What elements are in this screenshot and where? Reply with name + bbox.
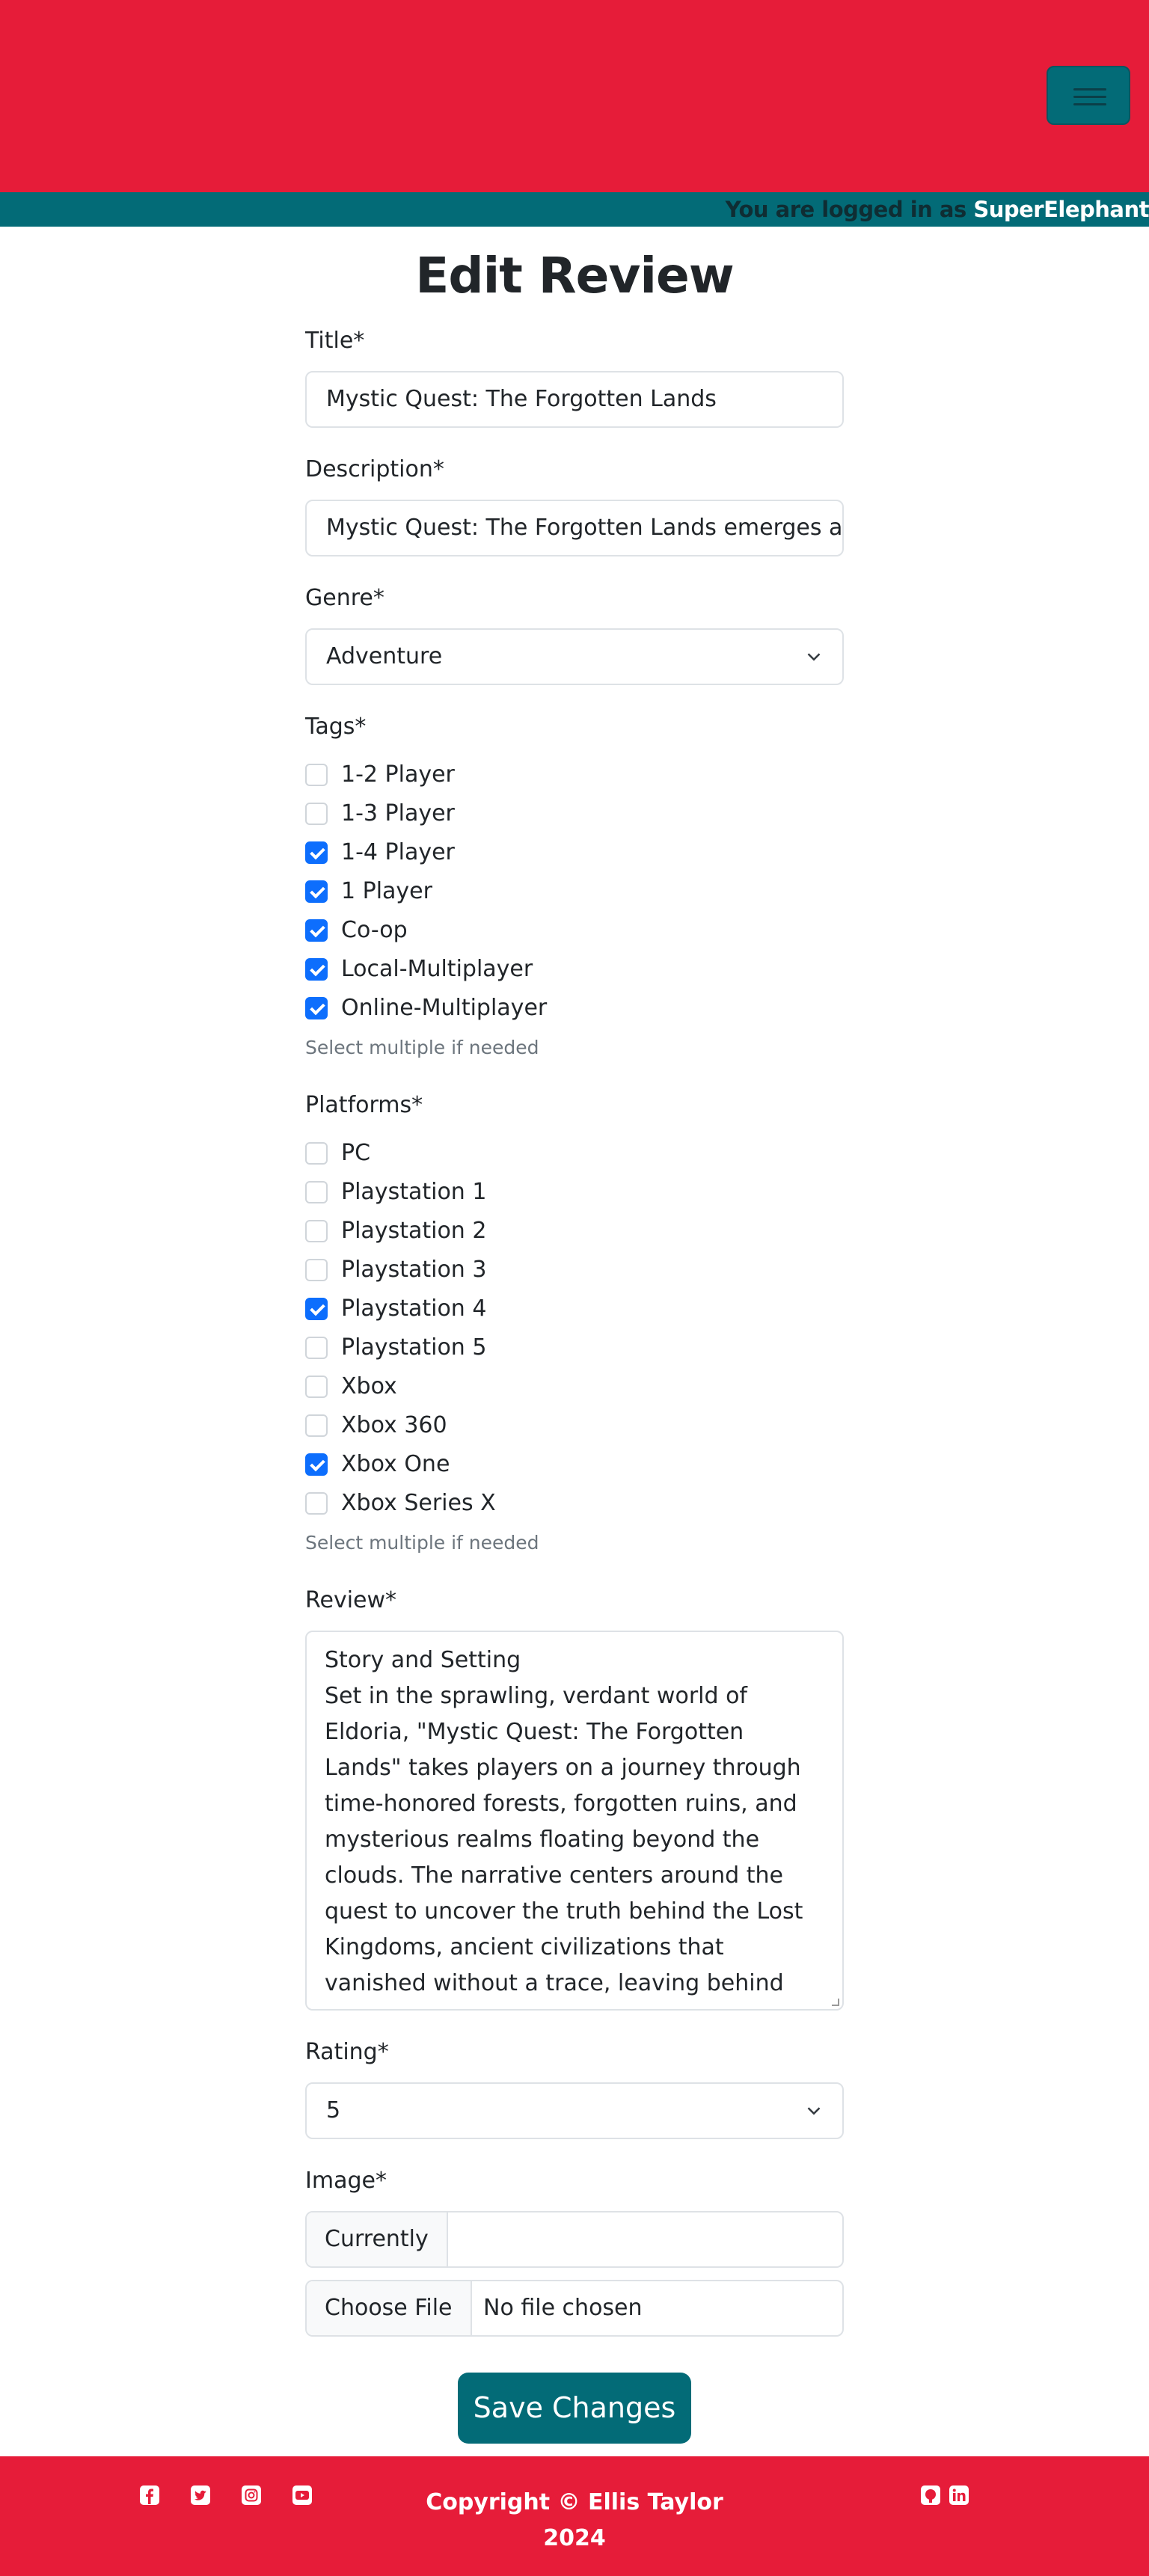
- tag-checkbox[interactable]: [305, 764, 328, 786]
- twitter-link[interactable]: [190, 2485, 211, 2506]
- copyright-text: Copyright © Ellis Taylor 2024: [426, 2489, 723, 2551]
- github-link[interactable]: [920, 2485, 941, 2506]
- instagram-link[interactable]: [241, 2485, 262, 2506]
- tag-checkbox-label: 1 Player: [341, 878, 432, 904]
- genre-label: Genre*: [305, 585, 384, 611]
- platforms-hint: Select multiple if needed: [305, 1532, 539, 1554]
- platform-checkbox[interactable]: [305, 1376, 328, 1398]
- navbar-toggle-button[interactable]: [1047, 66, 1130, 125]
- instagram-icon: [242, 2485, 261, 2505]
- site-header: [0, 0, 1149, 192]
- platform-checkbox[interactable]: [305, 1142, 328, 1165]
- platform-checkbox-label: Xbox One: [341, 1451, 450, 1477]
- choose-file-button[interactable]: Choose File: [307, 2281, 472, 2335]
- platform-checkbox[interactable]: [305, 1298, 328, 1320]
- facebook-link[interactable]: [139, 2485, 160, 2506]
- page-title: Edit Review: [415, 247, 734, 304]
- hamburger-icon-bar: [1073, 96, 1106, 98]
- site-footer: Copyright © Ellis Taylor 2024: [0, 2456, 1149, 2576]
- platform-checkbox-label: Playstation 3: [341, 1257, 487, 1283]
- review-label: Review*: [305, 1587, 397, 1613]
- tag-checkbox-label: 1-2 Player: [341, 761, 455, 788]
- github-icon: [921, 2485, 940, 2505]
- tags-label: Tags*: [305, 714, 367, 740]
- genre-value: Adventure: [326, 643, 443, 669]
- rating-label: Rating*: [305, 2039, 389, 2065]
- username[interactable]: SuperElephant: [973, 197, 1149, 222]
- platform-checkbox[interactable]: [305, 1453, 328, 1476]
- review-text: Story and Setting Set in the sprawling, …: [325, 1647, 803, 2009]
- platform-checkbox-label: Xbox 360: [341, 1412, 447, 1438]
- tag-checkbox-label: 1-4 Player: [341, 839, 455, 865]
- platform-checkbox-label: Playstation 5: [341, 1334, 487, 1361]
- linkedin-icon: [949, 2485, 969, 2505]
- platform-checkbox-label: Xbox Series X: [341, 1490, 496, 1516]
- twitter-icon: [191, 2485, 210, 2505]
- description-input[interactable]: Mystic Quest: The Forgotten Lands emerge…: [305, 500, 844, 556]
- hamburger-icon-bar: [1073, 103, 1106, 105]
- tag-checkbox[interactable]: [305, 958, 328, 981]
- facebook-icon: [140, 2485, 159, 2505]
- platform-checkbox-label: PC: [341, 1140, 371, 1166]
- title-input[interactable]: Mystic Quest: The Forgotten Lands: [305, 371, 844, 428]
- platform-checkbox-label: Playstation 4: [341, 1295, 487, 1322]
- hamburger-icon: [1073, 88, 1106, 91]
- youtube-link[interactable]: [292, 2485, 313, 2506]
- save-changes-button[interactable]: Save Changes: [458, 2373, 691, 2444]
- platform-checkbox[interactable]: [305, 1414, 328, 1437]
- login-status: You are logged in as SuperElephant: [726, 192, 1149, 227]
- image-file-input[interactable]: Choose File No file chosen: [305, 2280, 844, 2337]
- linkedin-link[interactable]: [949, 2485, 969, 2506]
- chevron-down-icon: [807, 2107, 821, 2115]
- resize-handle-icon[interactable]: [832, 1999, 839, 2006]
- image-current-group: Currently: [305, 2211, 844, 2268]
- login-status-bar: You are logged in as SuperElephant: [0, 192, 1149, 227]
- description-label: Description*: [305, 456, 444, 482]
- image-current-label: Currently: [307, 2212, 448, 2266]
- login-prefix: You are logged in as: [725, 197, 967, 222]
- tag-checkbox[interactable]: [305, 997, 328, 1019]
- tag-checkbox[interactable]: [305, 803, 328, 825]
- genre-select[interactable]: Adventure: [305, 628, 844, 685]
- platform-checkbox[interactable]: [305, 1492, 328, 1515]
- platforms-label: Platforms*: [305, 1092, 423, 1118]
- title-label: Title*: [305, 328, 365, 354]
- tags-hint: Select multiple if needed: [305, 1037, 539, 1058]
- chevron-down-icon: [807, 653, 821, 661]
- rating-value: 5: [326, 2097, 341, 2123]
- platform-checkbox[interactable]: [305, 1259, 328, 1281]
- tag-checkbox-label: Co-op: [341, 917, 408, 943]
- image-label: Image*: [305, 2168, 387, 2194]
- platform-checkbox[interactable]: [305, 1337, 328, 1359]
- tag-checkbox[interactable]: [305, 880, 328, 903]
- tag-checkbox-label: Local-Multiplayer: [341, 956, 533, 982]
- file-status: No file chosen: [483, 2295, 643, 2321]
- platform-checkbox-label: Playstation 1: [341, 1179, 487, 1205]
- tag-checkbox[interactable]: [305, 841, 328, 864]
- tag-checkbox-label: Online-Multiplayer: [341, 995, 548, 1021]
- platform-checkbox-label: Playstation 2: [341, 1218, 487, 1244]
- platform-checkbox-label: Xbox: [341, 1373, 397, 1399]
- youtube-icon: [292, 2485, 312, 2505]
- tag-checkbox-label: 1-3 Player: [341, 800, 455, 827]
- review-textarea[interactable]: Story and Setting Set in the sprawling, …: [305, 1631, 844, 2011]
- tag-checkbox[interactable]: [305, 919, 328, 942]
- platform-checkbox[interactable]: [305, 1220, 328, 1242]
- platform-checkbox[interactable]: [305, 1181, 328, 1203]
- rating-select[interactable]: 5: [305, 2082, 844, 2139]
